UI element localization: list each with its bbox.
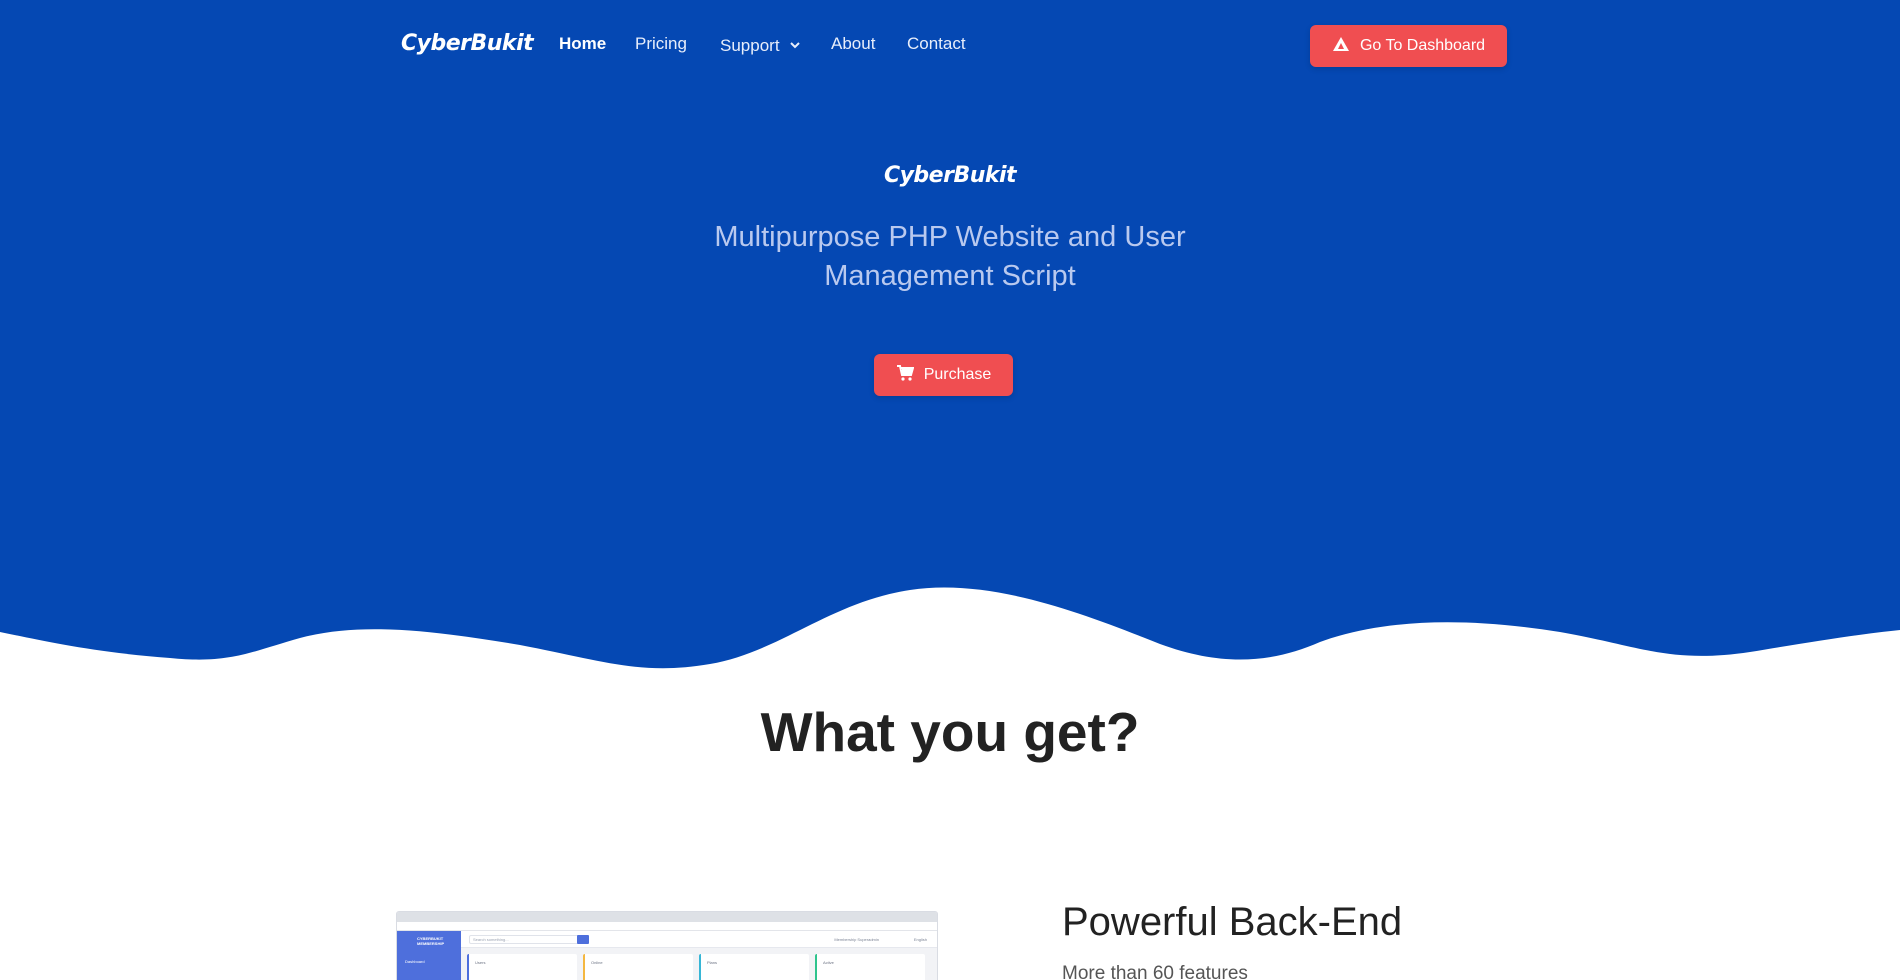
preview-card: Users xyxy=(467,954,577,980)
preview-sidebar: CYBERBUKIT MEMBERSHIP Dashboard xyxy=(397,931,461,980)
preview-sidebar-item: Dashboard xyxy=(405,959,425,964)
preview-search: Search something... xyxy=(469,935,579,944)
nav-link-support[interactable]: Support xyxy=(720,34,800,56)
shopping-cart-icon xyxy=(896,364,915,386)
preview-browser-tabs xyxy=(397,912,937,922)
nav-link-about[interactable]: About xyxy=(831,34,875,54)
nav-link-pricing[interactable]: Pricing xyxy=(635,34,687,54)
top-navigation: CyberBukit Home Pricing Support About Co… xyxy=(0,0,1900,92)
preview-language: English xyxy=(913,937,927,942)
section-title: What you get? xyxy=(760,701,1140,763)
go-to-dashboard-label: Go To Dashboard xyxy=(1359,37,1486,54)
preview-card-label: Plans xyxy=(707,960,718,965)
hero-wave-divider xyxy=(0,587,1900,720)
preview-card-label: Active xyxy=(823,960,834,965)
preview-card: Active xyxy=(815,954,925,980)
preview-card-label: Users xyxy=(475,960,486,965)
preview-card: Plans xyxy=(699,954,809,980)
preview-topbar: Search something... Membership Superadmi… xyxy=(461,931,937,948)
feature-title: Powerful Back-End xyxy=(1062,900,1403,944)
preview-card: Online xyxy=(583,954,693,980)
hero-brand-logo: CyberBukit xyxy=(883,163,1017,188)
chevron-down-icon xyxy=(790,34,800,54)
nav-link-home[interactable]: Home xyxy=(559,34,606,54)
preview-user: Membership Superadmin xyxy=(834,937,879,942)
hero-subtitle: Multipurpose PHP Website and User Manage… xyxy=(714,221,1186,292)
preview-search-button xyxy=(577,935,589,944)
preview-sidebar-title: CYBERBUKIT MEMBERSHIP xyxy=(417,936,445,946)
purchase-button[interactable]: Purchase xyxy=(874,354,1013,396)
feature-subtitle: More than 60 features xyxy=(1062,963,1248,980)
go-to-dashboard-button[interactable]: Go To Dashboard xyxy=(1310,25,1507,67)
purchase-label: Purchase xyxy=(923,366,992,383)
nav-link-support-label: Support xyxy=(720,36,780,55)
preview-browser-url-bar xyxy=(397,922,937,931)
nav-link-contact[interactable]: Contact xyxy=(907,34,966,54)
backend-preview-image: CYBERBUKIT MEMBERSHIP Dashboard Search s… xyxy=(396,911,938,980)
brand-logo[interactable]: CyberBukit xyxy=(401,31,534,56)
triangle-logo-icon xyxy=(1332,36,1350,57)
preview-card-label: Online xyxy=(591,960,603,965)
